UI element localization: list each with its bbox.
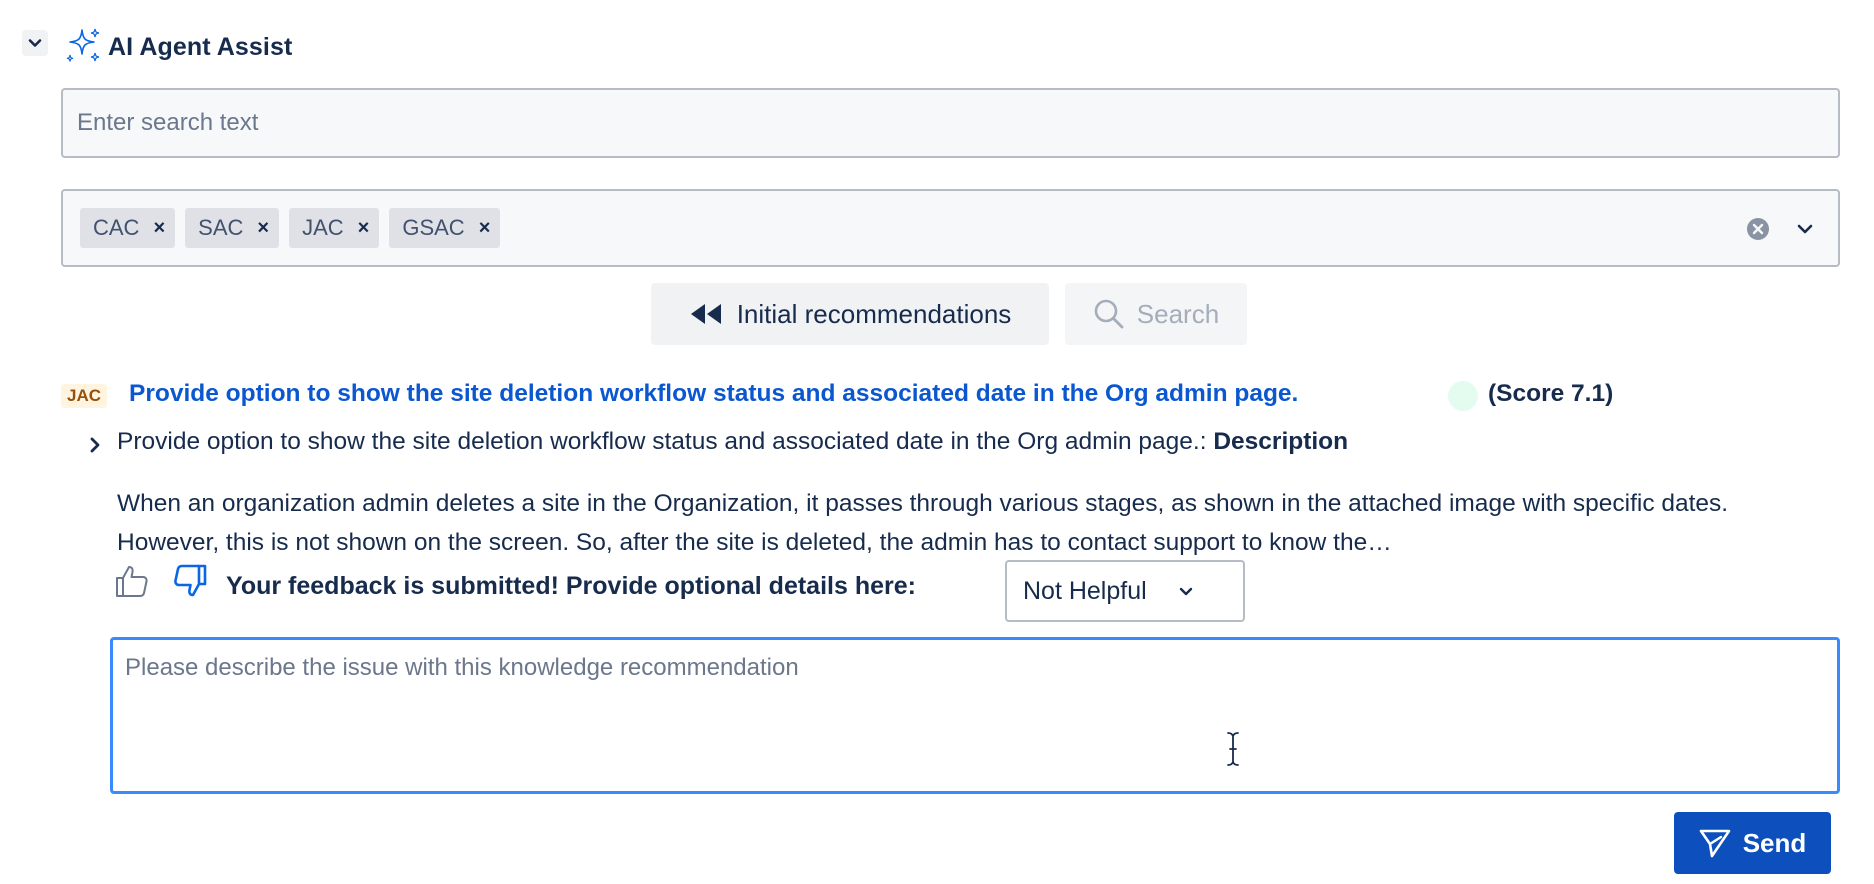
filter-tag-gsac: GSAC × [389, 208, 501, 248]
button-label: Search [1136, 298, 1220, 329]
result-title-link[interactable]: Provide option to show the site deletion… [129, 380, 1298, 408]
selected-option: Not Helpful [1023, 576, 1147, 605]
initial-recommendations-button[interactable]: Initial recommendations [651, 283, 1049, 345]
source-badge: JAC [61, 384, 108, 408]
search-input[interactable] [61, 88, 1840, 158]
search-button[interactable]: Search [1065, 283, 1247, 345]
send-icon [1699, 829, 1731, 858]
text-cursor-icon [1227, 732, 1239, 766]
thumbs-down-icon[interactable] [172, 563, 208, 599]
result-description: When an organization admin deletes a sit… [117, 490, 1729, 556]
remove-tag-icon[interactable]: × [257, 217, 269, 240]
result-summary: Provide option to show the site deletion… [117, 428, 1348, 456]
summary-label: Description [1213, 428, 1349, 455]
search-icon [1094, 299, 1124, 329]
tag-label: CAC [93, 215, 140, 240]
filter-tag-jac: JAC × [289, 208, 380, 248]
chevron-down-icon[interactable] [1794, 218, 1816, 240]
thumbs-up-icon[interactable] [114, 563, 150, 599]
summary-prefix: Provide option to show the site deletion… [117, 428, 1214, 455]
collapse-button[interactable] [22, 30, 48, 56]
feedback-confirmation: Your feedback is submitted! Provide opti… [226, 572, 916, 600]
score-text: (Score 7.1) [1488, 380, 1614, 407]
chevron-down-icon [1179, 587, 1192, 596]
remove-tag-icon[interactable]: × [479, 217, 491, 240]
remove-tag-icon[interactable]: × [153, 217, 165, 240]
button-label: Send [1742, 827, 1807, 858]
score-indicator [1448, 381, 1478, 411]
feedback-reason-select[interactable]: Not Helpful [1005, 560, 1245, 622]
filter-tag-sac: SAC × [185, 208, 280, 248]
send-button[interactable]: Send [1674, 812, 1831, 874]
chevron-down-icon [28, 39, 42, 47]
filter-tag-cac: CAC × [80, 208, 176, 248]
rewind-icon [690, 304, 721, 324]
panel-title: AI Agent Assist [108, 33, 293, 61]
button-label: Initial recommendations [736, 298, 1012, 329]
feedback-details-textarea[interactable] [110, 637, 1840, 794]
tag-label: SAC [198, 215, 244, 240]
source-filter-select[interactable]: CAC × SAC × JAC × GSAC × [61, 189, 1840, 267]
chevron-right-icon[interactable] [84, 434, 106, 456]
sparkle-icon [66, 28, 100, 62]
remove-tag-icon[interactable]: × [358, 217, 370, 240]
clear-all-icon[interactable] [1745, 216, 1771, 242]
tag-label: JAC [302, 215, 344, 240]
tag-label: GSAC [402, 215, 465, 240]
